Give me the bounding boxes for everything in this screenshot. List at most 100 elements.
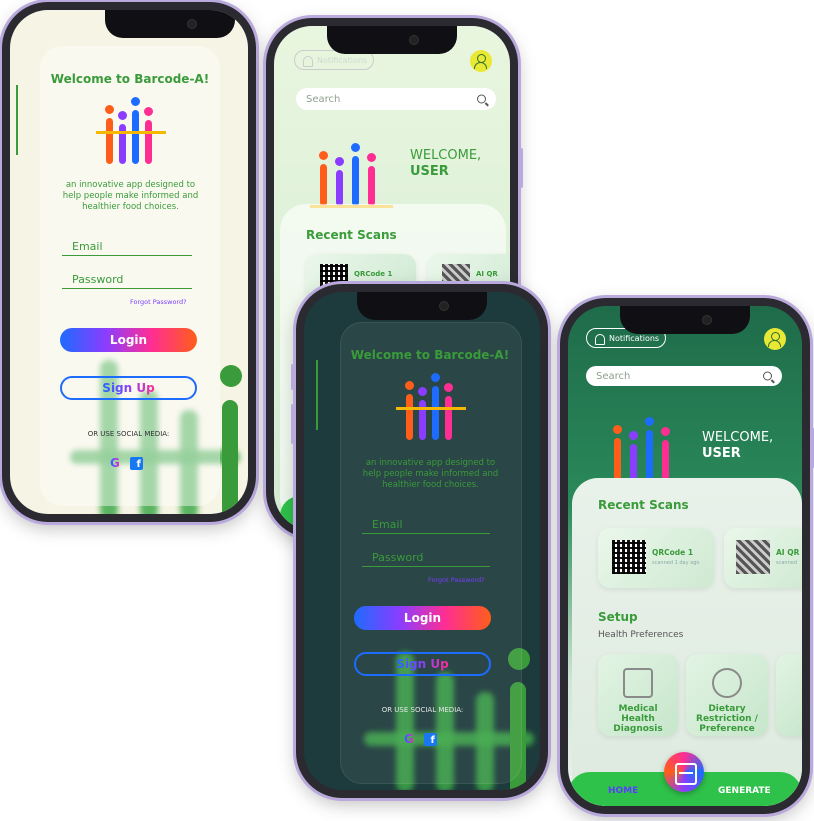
pref-card-dietary[interactable]: Dietary Restriction / Preference	[686, 654, 768, 736]
pref-label: Medical Health Diagnosis	[613, 704, 663, 734]
recent-scans-title: Recent Scans	[306, 228, 397, 242]
forgot-password-link[interactable]: Forgot Password?	[130, 298, 187, 306]
signup-label: Sign Up	[396, 657, 449, 671]
logo-bar	[320, 164, 327, 206]
logo-dot	[144, 107, 153, 116]
deco-i-dot	[220, 365, 242, 387]
search-input[interactable]: Search	[296, 88, 496, 110]
google-icon[interactable]: G	[404, 732, 414, 746]
camera	[439, 301, 449, 311]
social-icons: G f	[110, 456, 143, 470]
pref-card-medical[interactable]: Medical Health Diagnosis	[598, 654, 678, 736]
side-button	[0, 82, 1, 108]
notifications-label: Notifications	[317, 55, 368, 65]
recent-scans-title: Recent Scans	[598, 498, 689, 512]
user-name: USER	[410, 163, 449, 179]
scan-name: AI QR	[776, 548, 800, 557]
search-placeholder: Search	[306, 93, 341, 105]
signup-button[interactable]: Sign Up	[354, 652, 491, 676]
tagline: an innovative app designed to help peopl…	[62, 180, 199, 213]
signup-label: Sign Up	[102, 381, 155, 395]
setup-title: Setup	[598, 610, 638, 624]
pref-label: Dietary Restriction / Preference	[696, 704, 758, 734]
login-title: Welcome to Barcode-A!	[350, 348, 510, 362]
barcode-logo	[310, 136, 393, 208]
forgot-password-link[interactable]: Forgot Password?	[428, 576, 485, 584]
social-label: OR USE SOCIAL MEDIA:	[87, 430, 170, 438]
logo-dot	[367, 153, 376, 162]
phone-login-dark: Welcome to Barcode-A! an innovative app …	[291, 284, 548, 798]
qr-code-icon	[612, 540, 646, 574]
google-icon[interactable]: G	[110, 456, 120, 470]
welcome-text: WELCOME, USER	[702, 430, 773, 461]
screen: Welcome to Barcode-A! an innovative app …	[304, 292, 540, 790]
notch	[327, 26, 457, 54]
logo-dot	[335, 157, 344, 166]
side-button	[519, 148, 523, 188]
avatar[interactable]	[764, 328, 786, 350]
search-input[interactable]: Search	[586, 366, 782, 386]
screen: Notifications Search WELCOME, USER Recen…	[568, 306, 802, 806]
signup-button[interactable]: Sign Up	[60, 376, 197, 400]
logo-line	[96, 131, 166, 134]
camera	[409, 35, 419, 45]
search-icon	[763, 371, 772, 381]
logo-dot	[613, 425, 622, 434]
pref-card-more[interactable]	[776, 654, 802, 736]
health-prefs-label: Health Preferences	[598, 630, 684, 640]
search-icon	[477, 94, 486, 104]
logo-bar	[432, 386, 439, 440]
welcome-label: WELCOME,	[410, 148, 482, 163]
tab-home[interactable]: HOME	[608, 786, 638, 796]
logo-bar	[106, 118, 113, 164]
logo-dot	[405, 381, 414, 390]
qr-code-icon	[736, 540, 770, 574]
logo-bar	[662, 440, 669, 480]
scan-name: AI QR	[476, 270, 498, 278]
side-button	[291, 404, 295, 444]
login-button[interactable]: Login	[60, 328, 197, 352]
email-field[interactable]: Email	[362, 518, 490, 534]
scan-name: QRCode 1	[652, 548, 694, 557]
logo-bar	[132, 110, 139, 164]
logo-dot	[431, 373, 440, 382]
email-field[interactable]: Email	[62, 240, 192, 256]
deco-i-bar	[222, 400, 238, 514]
logo-bar	[368, 166, 375, 206]
scan-button[interactable]	[664, 752, 704, 792]
login-button[interactable]: Login	[354, 606, 491, 630]
medical-clipboard-icon	[623, 668, 653, 698]
avatar[interactable]	[470, 50, 492, 72]
camera	[702, 315, 712, 325]
search-placeholder: Search	[596, 370, 631, 382]
logo-bar	[352, 156, 359, 206]
login-title: Welcome to Barcode-A!	[50, 72, 210, 86]
camera	[187, 19, 197, 29]
tab-generate[interactable]: GENERATE	[718, 786, 771, 796]
facebook-icon[interactable]: f	[423, 732, 437, 746]
logo-dot	[351, 143, 360, 152]
bell-icon	[303, 56, 313, 67]
scan-card[interactable]: AI QR scanned	[724, 528, 802, 588]
password-field[interactable]: Password	[362, 551, 490, 567]
logo-dot	[319, 151, 328, 160]
password-field[interactable]: Password	[62, 273, 192, 289]
phone-home-dark: Notifications Search WELCOME, USER Recen…	[560, 298, 814, 814]
scan-card[interactable]: QRCode 1 scanned 1 day ago	[598, 528, 714, 588]
notch	[620, 306, 750, 334]
scan-subtitle: scanned	[776, 560, 798, 566]
logo-dot	[118, 111, 127, 120]
side-button	[0, 122, 1, 162]
logo-dot	[418, 387, 427, 396]
notch	[105, 10, 235, 38]
logo-line	[396, 407, 466, 410]
side-button	[291, 364, 295, 390]
logo-bar	[630, 444, 637, 480]
scan-frame-icon	[675, 763, 697, 785]
logo-dot	[444, 383, 453, 392]
facebook-icon[interactable]: f	[129, 456, 143, 470]
logo-dot	[661, 427, 670, 436]
logo-bar	[336, 170, 343, 206]
scan-name: QRCode 1	[354, 270, 393, 278]
logo-bar	[445, 396, 452, 440]
